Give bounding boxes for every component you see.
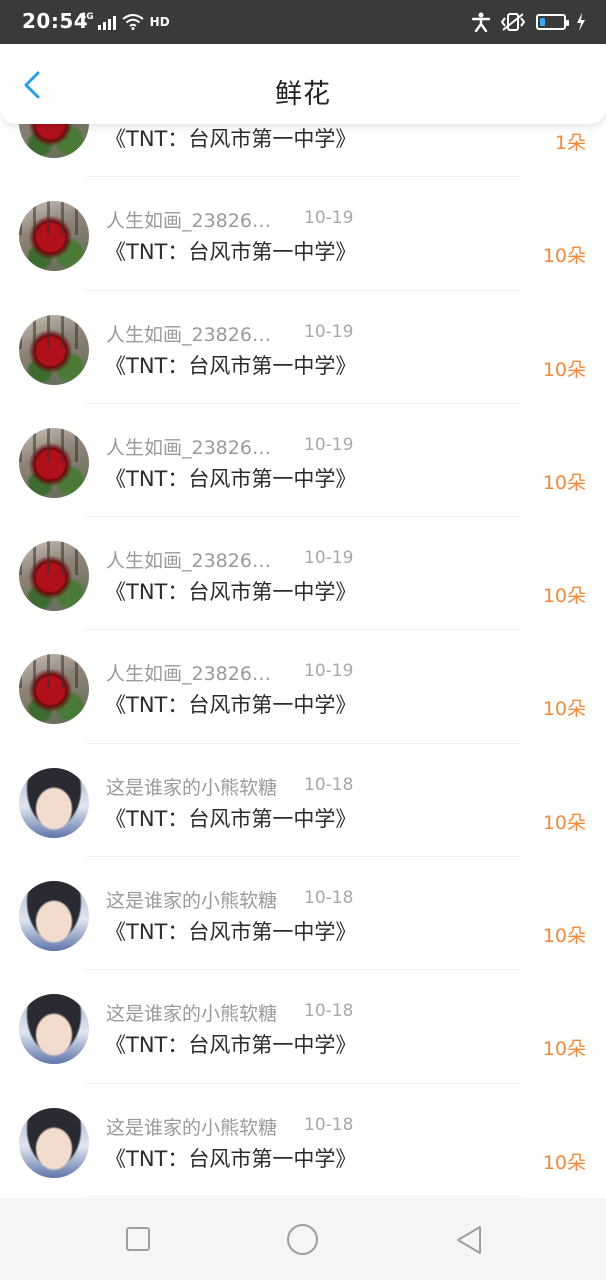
list-item[interactable]: 《TNT：台风市第一中学》 1朵 (0, 124, 606, 178)
date-label: 10-19 (304, 548, 354, 569)
flower-record-list-inner: 《TNT：台风市第一中学》 1朵 人生如画_238264... 10-19 《T… (0, 124, 606, 1197)
avatar-rose[interactable] (19, 124, 89, 158)
hd-icon: HD (149, 15, 170, 29)
username: 这是谁家的小熊软糖 (106, 890, 278, 913)
page-title: 鲜花 (275, 79, 331, 110)
book-title: 《TNT：台风市第一中学》 (105, 806, 357, 831)
book-title: 《TNT：台风市第一中学》 (105, 127, 357, 151)
username: 人生如画_238264... (106, 550, 281, 573)
list-item[interactable]: 这是谁家的小熊软糖 10-18 《TNT：台风市第一中学》 10朵 (0, 970, 606, 1084)
date-label: 10-19 (304, 208, 354, 229)
book-title: 《TNT：台风市第一中学》 (105, 920, 357, 945)
flower-count: 10朵 (542, 1151, 586, 1174)
book-title: 《TNT：台风市第一中学》 (105, 1033, 357, 1058)
username: 人生如画_238264... (106, 323, 281, 346)
signal-icon (97, 14, 116, 30)
book-title: 《TNT：台风市第一中学》 (105, 1146, 357, 1171)
avatar-boy[interactable] (19, 994, 89, 1065)
date-label: 10-19 (304, 661, 354, 682)
system-nav-bar (0, 1198, 606, 1280)
book-title: 《TNT：台风市第一中学》 (105, 353, 357, 378)
vibrate-icon (500, 13, 526, 31)
list-item[interactable]: 人生如画_238264... 10-19 《TNT：台风市第一中学》 10朵 (0, 630, 606, 744)
flower-count: 10朵 (542, 1038, 586, 1061)
status-time: 20:54 (22, 9, 89, 33)
app-header: 鲜花 (0, 44, 606, 124)
flower-count: 10朵 (542, 585, 586, 608)
flower-count: 1朵 (554, 132, 586, 154)
username: 这是谁家的小熊软糖 (106, 1116, 278, 1139)
avatar-rose[interactable] (19, 654, 89, 725)
flower-count: 10朵 (542, 811, 586, 834)
recent-apps-icon[interactable] (126, 1227, 150, 1251)
list-item[interactable]: 人生如画_238264... 10-19 《TNT：台风市第一中学》 10朵 (0, 404, 606, 518)
avatar-rose[interactable] (19, 427, 89, 498)
avatar-boy[interactable] (19, 767, 89, 838)
username: 人生如画_238264... (106, 663, 281, 686)
date-label: 10-18 (304, 1001, 354, 1022)
network-type-label: 4G (80, 12, 94, 22)
list-item[interactable]: 这是谁家的小熊软糖 10-18 《TNT：台风市第一中学》 10朵 (0, 744, 606, 858)
book-title: 《TNT：台风市第一中学》 (105, 466, 357, 491)
back-icon[interactable] (454, 1224, 484, 1256)
date-label: 10-19 (304, 434, 354, 455)
list-item[interactable]: 人生如画_238264... 10-19 《TNT：台风市第一中学》 10朵 (0, 177, 606, 291)
avatar-rose[interactable] (19, 314, 89, 385)
wifi-icon (122, 14, 144, 30)
username: 这是谁家的小熊软糖 (106, 1003, 278, 1026)
flower-count: 10朵 (542, 471, 586, 494)
date-label: 10-18 (304, 1114, 354, 1135)
flower-count: 10朵 (542, 245, 586, 268)
status-right-icons (472, 12, 586, 32)
status-bar: 20:54 4G HD (0, 0, 606, 44)
date-label: 10-18 (304, 774, 354, 795)
date-label: 10-19 (304, 321, 354, 342)
flower-count: 10朵 (542, 358, 586, 381)
charging-icon (577, 13, 585, 31)
date-label: 10-18 (304, 888, 354, 909)
flower-record-list[interactable]: 《TNT：台风市第一中学》 1朵 人生如画_238264... 10-19 《T… (0, 124, 606, 1198)
book-title: 《TNT：台风市第一中学》 (105, 580, 357, 605)
list-item[interactable]: 这是谁家的小熊软糖 10-18 《TNT：台风市第一中学》 10朵 (0, 857, 606, 971)
book-title: 《TNT：台风市第一中学》 (105, 693, 357, 718)
avatar-rose[interactable] (19, 541, 89, 612)
battery-icon (536, 14, 569, 30)
avatar-boy[interactable] (19, 1107, 89, 1178)
divider (85, 1195, 521, 1197)
list-item[interactable]: 这是谁家的小熊软糖 10-18 《TNT：台风市第一中学》 10朵 (0, 1084, 606, 1197)
flower-count: 10朵 (542, 698, 586, 721)
username: 人生如画_238264... (106, 436, 281, 459)
username: 这是谁家的小熊软糖 (106, 776, 278, 799)
home-icon[interactable] (287, 1224, 318, 1255)
list-item[interactable]: 人生如画_238264... 10-19 《TNT：台风市第一中学》 10朵 (0, 291, 606, 404)
flower-count: 10朵 (542, 925, 586, 948)
avatar-boy[interactable] (19, 881, 89, 952)
accessibility-icon (472, 12, 490, 32)
list-item[interactable]: 人生如画_238264... 10-19 《TNT：台风市第一中学》 10朵 (0, 517, 606, 631)
username: 人生如画_238264... (106, 210, 281, 233)
book-title: 《TNT：台风市第一中学》 (105, 240, 357, 265)
status-left-icons: 4G HD (80, 12, 170, 30)
avatar-rose[interactable] (19, 201, 89, 272)
